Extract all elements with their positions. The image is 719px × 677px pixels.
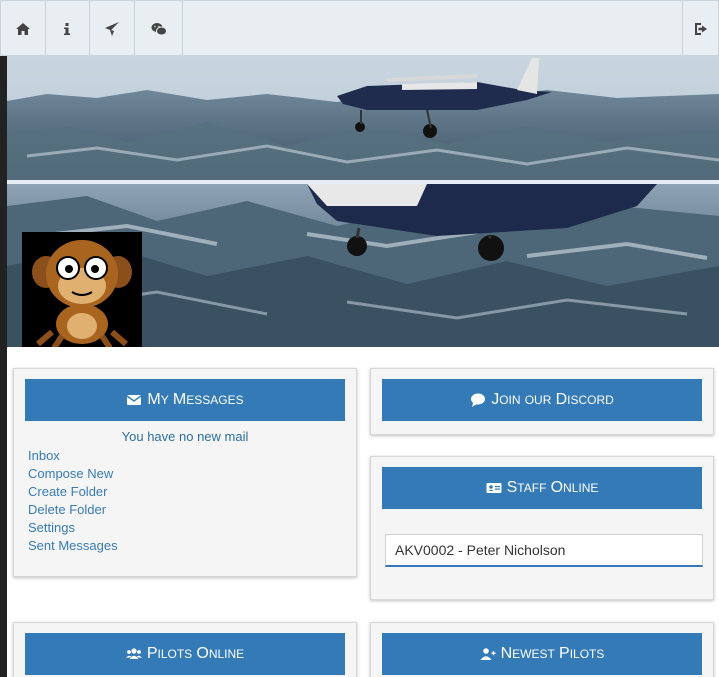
newest-pilots-panel: Newest Pilots — [370, 622, 714, 677]
pilots-online-header[interactable]: Pilots Online — [25, 633, 345, 675]
info-button[interactable] — [45, 1, 90, 56]
staff-online-header[interactable]: Staff Online — [382, 467, 702, 509]
newest-pilots-header[interactable]: Newest Pilots — [382, 633, 702, 675]
dashboard-content: My Messages You have no new mail Inbox C… — [7, 347, 719, 677]
create-folder-link[interactable]: Create Folder — [28, 483, 118, 501]
top-navbar — [0, 0, 719, 56]
users-icon — [125, 648, 142, 659]
staff-online-panel: Staff Online AKV0002 - Peter Nicholson — [370, 456, 714, 600]
paper-plane-icon — [105, 21, 119, 36]
chat-button[interactable] — [135, 1, 183, 56]
id-card-icon — [486, 483, 502, 493]
monkey-avatar-icon — [32, 240, 132, 350]
home-button[interactable] — [1, 1, 46, 56]
info-icon — [64, 22, 70, 35]
user-plus-icon — [480, 648, 496, 660]
settings-link[interactable]: Settings — [28, 519, 118, 537]
logout-button[interactable] — [682, 1, 718, 56]
staff-online-entry: AKV0002 - Peter Nicholson — [385, 534, 703, 567]
sign-out-icon — [694, 22, 707, 35]
home-icon — [16, 22, 30, 35]
compose-new-link[interactable]: Compose New — [28, 465, 118, 483]
pilots-online-panel: Pilots Online — [13, 622, 357, 677]
messages-header[interactable]: My Messages — [25, 379, 345, 421]
delete-folder-link[interactable]: Delete Folder — [28, 501, 118, 519]
mail-status: You have no new mail — [121, 429, 249, 444]
flights-button[interactable] — [90, 1, 135, 56]
wechat-icon — [151, 22, 167, 35]
discord-panel: Join our Discord — [370, 368, 714, 435]
messages-menu: Inbox Compose New Create Folder Delete F… — [28, 447, 118, 555]
messages-panel: My Messages You have no new mail Inbox C… — [13, 368, 357, 577]
envelope-icon — [126, 395, 142, 405]
sent-messages-link[interactable]: Sent Messages — [28, 537, 118, 555]
pilot-avatar — [22, 232, 142, 352]
join-discord-button[interactable]: Join our Discord — [382, 379, 702, 421]
inbox-link[interactable]: Inbox — [28, 447, 118, 465]
comment-icon — [471, 393, 486, 407]
left-gutter — [0, 56, 7, 677]
